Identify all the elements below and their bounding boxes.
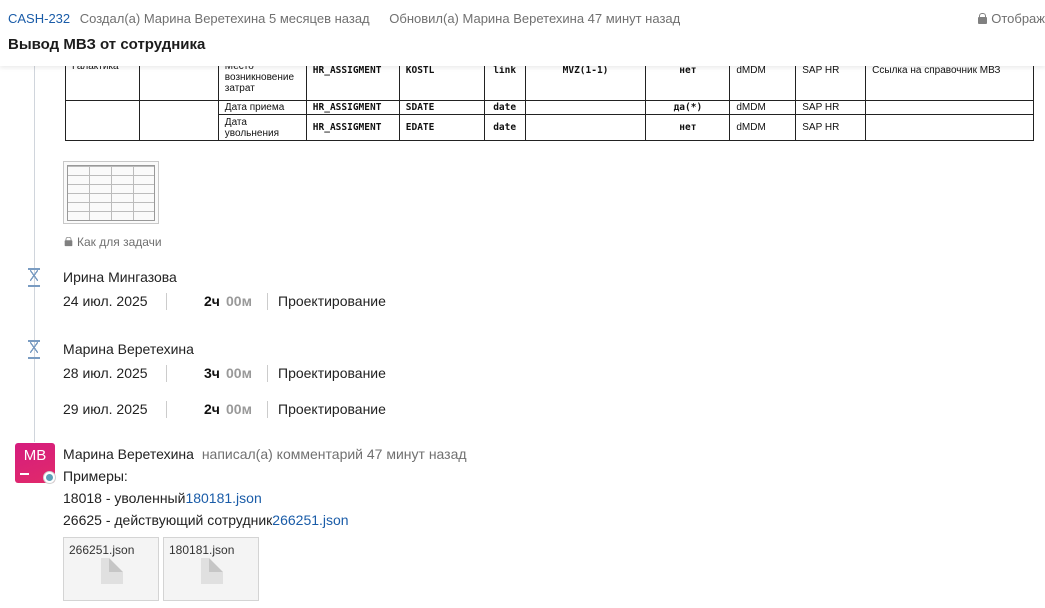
worklog-author: Ирина Мингазова	[63, 269, 177, 285]
worklog-hours: 2ч	[204, 401, 220, 417]
table-row: Дата приема HR_ASSIGMENT SDATE date да(*…	[65, 100, 1034, 141]
cell-source: dMDM	[729, 100, 797, 115]
lock-icon	[64, 236, 73, 247]
cell-field: Дата приема	[217, 100, 307, 115]
cell-required: да(*)	[645, 100, 731, 115]
cell-type: date	[483, 114, 526, 141]
cell-field: Дата увольнения	[217, 114, 307, 141]
created-info: Создал(а) Марина Веретехина 5 месяцев на…	[79, 11, 370, 26]
cell-comment	[865, 100, 1034, 115]
comment-author[interactable]: Марина Веретехина	[63, 446, 194, 462]
cell-type: date	[483, 100, 526, 115]
cell-origin: SAP HR	[795, 114, 867, 141]
divider	[267, 401, 268, 418]
attachment-filename: 180181.json	[169, 543, 235, 557]
file-icon	[101, 558, 123, 584]
comment-action: написал(а) комментарий 47 минут назад	[201, 446, 467, 462]
hourglass-icon	[28, 340, 40, 359]
updated-info: Обновил(а) Марина Веретехина 47 минут на…	[389, 11, 681, 26]
cell-table: HR_ASSIGMENT	[305, 100, 400, 115]
timeline-line	[34, 66, 35, 442]
attachment-thumbnail[interactable]	[63, 161, 159, 224]
comment-text-line: 26625 - действующий сотрудник266251.json	[63, 512, 349, 528]
attachment-link[interactable]: 266251.json	[272, 512, 348, 528]
attachment-card[interactable]: 266251.json	[63, 537, 159, 601]
issue-key-link[interactable]: CASH-232	[8, 11, 70, 26]
worklog-date: 24 июл. 2025	[63, 293, 148, 309]
cell-column: EDATE	[398, 114, 485, 141]
worklog-hours: 2ч	[204, 293, 220, 309]
cell-column: SDATE	[398, 100, 485, 115]
worklog-author: Марина Веретехина	[63, 341, 194, 357]
attachment-card[interactable]: 180181.json	[163, 537, 259, 601]
cell-required: нет	[645, 114, 731, 141]
status-badge	[43, 471, 56, 484]
attachment-link[interactable]: 180181.json	[185, 490, 261, 506]
worklog-activity: Проектирование	[278, 401, 386, 417]
cell-ref	[524, 100, 647, 115]
attachment-visibility-note: Как для задачи	[64, 235, 162, 249]
issue-header: CASH-232 Создал(а) Марина Веретехина 5 м…	[0, 0, 1045, 66]
divider	[166, 365, 167, 382]
comment-text-line: Примеры:	[63, 468, 128, 484]
thumbnail-table-preview	[67, 165, 155, 221]
worklog-minutes: 00м	[226, 401, 252, 417]
worklog-hours: 3ч	[204, 365, 220, 381]
worklog-minutes: 00м	[226, 293, 252, 309]
comment-text: 18018 - уволенный	[63, 490, 186, 506]
worklog-activity: Проектирование	[278, 365, 386, 381]
cell-comment	[865, 114, 1034, 141]
lock-icon	[978, 13, 988, 24]
divider	[166, 401, 167, 418]
divider	[166, 293, 167, 310]
attachment-note-label: Как для задачи	[77, 235, 162, 249]
avatar-decoration	[20, 473, 29, 475]
cell-ref	[524, 114, 647, 141]
cell-system	[65, 100, 140, 141]
attachment-filename: 266251.json	[69, 543, 135, 557]
cell-origin: SAP HR	[795, 100, 867, 115]
cell-empty	[138, 100, 219, 141]
visibility-toggle[interactable]: Отображ	[978, 11, 1045, 26]
hourglass-icon	[28, 268, 40, 287]
comment-text: 26625 - действующий сотрудник	[63, 512, 273, 528]
worklog-minutes: 00м	[226, 365, 252, 381]
issue-meta: CASH-232 Создал(а) Марина Веретехина 5 м…	[8, 11, 696, 27]
avatar-initials: МВ	[23, 447, 47, 464]
visibility-label: Отображ	[991, 11, 1045, 26]
divider	[267, 365, 268, 382]
cell-source: dMDM	[729, 114, 797, 141]
divider	[267, 293, 268, 310]
worklog-activity: Проектирование	[278, 293, 386, 309]
issue-title: Вывод МВЗ от сотрудника	[8, 36, 206, 53]
worklog-date: 28 июл. 2025	[63, 365, 148, 381]
worklog-date: 29 июл. 2025	[63, 401, 148, 417]
comment-header: Марина Веретехина написал(а) комментарий…	[63, 446, 467, 462]
cell-table: HR_ASSIGMENT	[305, 114, 400, 141]
comment-text-line: 18018 - уволенный180181.json	[63, 490, 262, 506]
file-icon	[201, 558, 223, 584]
